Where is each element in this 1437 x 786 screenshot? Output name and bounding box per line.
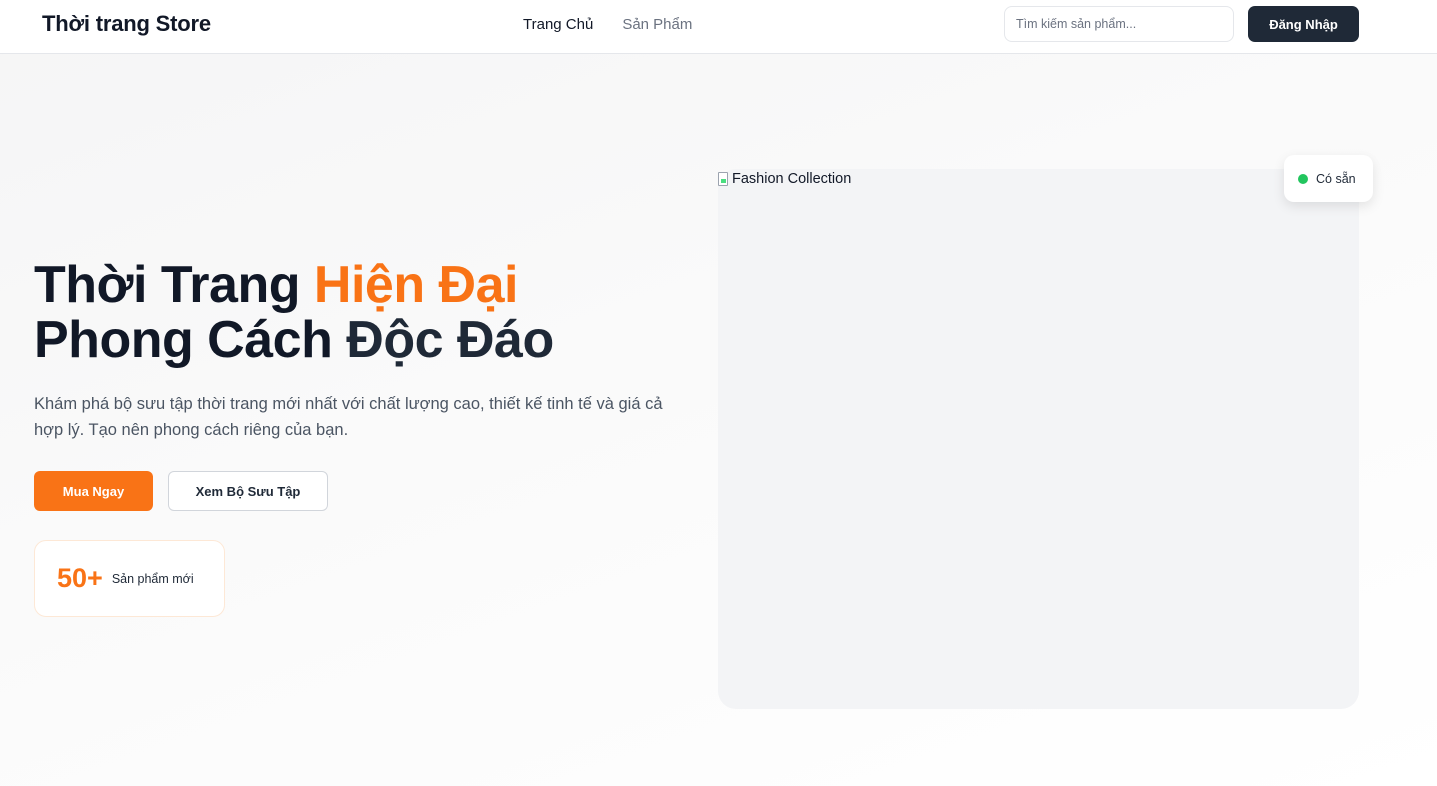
stat-card: 50+ Sản phẩm mới [34, 540, 225, 617]
view-collection-button[interactable]: Xem Bộ Sưu Tập [168, 471, 328, 511]
login-button[interactable]: Đăng Nhập [1248, 6, 1359, 42]
hero-title-line2-part2: Độc Đáo [346, 311, 554, 369]
hero-title-line2-part1: Phong Cách [34, 311, 347, 369]
main-nav: Trang Chủ Sản Phẩm [523, 16, 692, 33]
image-alt-text: Fashion Collection [732, 171, 852, 187]
hero-description: Khám phá bộ sưu tập thời trang mới nhất … [34, 395, 663, 439]
hero-image [718, 169, 1359, 709]
nav-item-products[interactable]: Sản Phẩm [622, 16, 692, 33]
available-dot-icon [1298, 173, 1308, 184]
search-input[interactable] [1004, 6, 1234, 42]
stat-value: 50+ [57, 563, 103, 593]
broken-image-icon [718, 172, 728, 186]
availability-label: Có sẵn [1316, 171, 1356, 186]
hero-title-accent: Hiện Đại [313, 256, 519, 314]
nav-item-home[interactable]: Trang Chủ [523, 16, 593, 33]
hero-title-part1: Thời Trang [34, 256, 314, 314]
stat-label: Sản phẩm mới [111, 571, 194, 586]
availability-badge: Có sẵn [1284, 155, 1373, 202]
shop-now-button[interactable]: Mua Ngay [34, 471, 153, 511]
hero-title: Thời Trang Hiện Đại Phong Cách Độc Đáo [34, 258, 694, 368]
hero-image-alt: Fashion Collection [718, 171, 851, 187]
site-header: Thời trang Store Trang Chủ Sản Phẩm Đăng… [0, 0, 1437, 54]
brand-logo[interactable]: Thời trang Store [42, 11, 211, 37]
